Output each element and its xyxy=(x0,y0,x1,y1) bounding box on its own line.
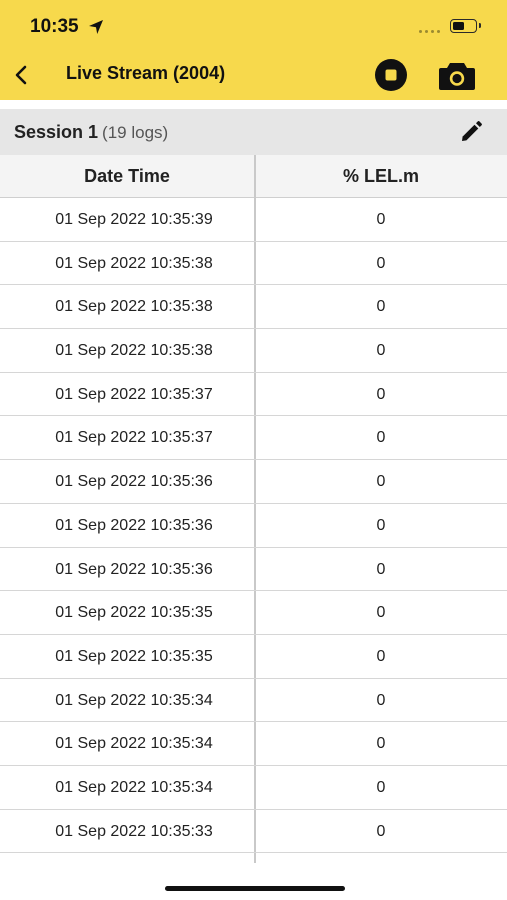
status-bar: 10:35 xyxy=(0,0,507,50)
nav-bar: Live Stream (2004) xyxy=(0,50,507,100)
table-row: 01 Sep 2022 10:35:33 0 xyxy=(0,810,507,854)
cell-date-time: 01 Sep 2022 10:35:35 xyxy=(55,604,213,622)
signal-icon xyxy=(419,30,440,33)
table-row: 01 Sep 2022 10:35:38 0 xyxy=(0,329,507,373)
cell-date-time: 01 Sep 2022 10:35:36 xyxy=(55,473,213,491)
cell-date-time: 01 Sep 2022 10:35:37 xyxy=(55,385,213,403)
cell-lel-value: 0 xyxy=(376,211,386,228)
table-row: 01 Sep 2022 10:35:35 0 xyxy=(0,591,507,635)
table-row: 01 Sep 2022 10:35:38 0 xyxy=(0,285,507,330)
cell-lel-value: 0 xyxy=(376,822,386,840)
table-row: 01 Sep 2022 10:35:34 0 xyxy=(0,766,507,810)
cell-date-time: 01 Sep 2022 10:35:35 xyxy=(55,647,213,665)
cell-date-time: 01 Sep 2022 10:35:38 xyxy=(55,254,213,272)
cell-lel-value: 0 xyxy=(376,647,386,665)
cell-date-time: 01 Sep 2022 10:35:34 xyxy=(55,778,213,796)
cell-date-time: 01 Sep 2022 10:35:34 xyxy=(55,691,213,709)
cell-date-time: 01 Sep 2022 10:35:37 xyxy=(55,429,213,447)
table-row: 01 Sep 2022 10:35:39 0 xyxy=(0,198,507,242)
cell-date-time: 01 Sep 2022 10:35:34 xyxy=(55,735,213,753)
cell-lel-value: 0 xyxy=(376,385,386,403)
cell-date-time: 01 Sep 2022 10:35:33 xyxy=(55,822,213,840)
session-name: Session 1 xyxy=(14,122,99,142)
cell-date-time: 01 Sep 2022 10:35:39 xyxy=(55,211,213,228)
status-time: 10:35 xyxy=(30,16,79,37)
session-title: Session 1 (19 logs) xyxy=(14,122,168,143)
cell-lel-value: 0 xyxy=(376,473,386,491)
cell-lel-value: 0 xyxy=(376,604,386,622)
cell-lel-value: 0 xyxy=(376,516,386,534)
session-log-count: (19 logs) xyxy=(102,123,169,142)
cell-date-time: 01 Sep 2022 10:35:38 xyxy=(55,298,213,316)
cell-date-time: 01 Sep 2022 10:35:36 xyxy=(55,560,213,578)
cell-lel-value: 0 xyxy=(376,429,386,447)
column-header-lel: % LEL.m xyxy=(342,166,419,186)
table-row: 01 Sep 2022 10:35:36 0 xyxy=(0,460,507,504)
log-table: 01 Sep 2022 10:35:39 0 01 Sep 2022 10:35:… xyxy=(0,198,507,854)
table-row: 01 Sep 2022 10:35:36 0 xyxy=(0,548,507,592)
session-header: Session 1 (19 logs) xyxy=(0,109,507,155)
edit-button[interactable] xyxy=(458,119,484,145)
table-row: 01 Sep 2022 10:35:34 0 xyxy=(0,722,507,766)
cell-lel-value: 0 xyxy=(376,560,386,578)
cell-lel-value: 0 xyxy=(376,254,386,272)
camera-button[interactable] xyxy=(438,59,476,91)
cell-lel-value: 0 xyxy=(376,778,386,796)
stop-button[interactable] xyxy=(374,58,408,92)
cell-lel-value: 0 xyxy=(376,691,386,709)
table-row: 01 Sep 2022 10:35:38 0 xyxy=(0,242,507,286)
cell-lel-value: 0 xyxy=(376,735,386,753)
cell-lel-value: 0 xyxy=(376,342,386,360)
column-header-date-time: Date Time xyxy=(84,166,170,186)
page-title: Live Stream (2004) xyxy=(66,63,226,83)
table-row: 01 Sep 2022 10:35:34 0 xyxy=(0,679,507,723)
cell-date-time: 01 Sep 2022 10:35:38 xyxy=(55,342,213,360)
table-row: 01 Sep 2022 10:35:37 0 xyxy=(0,416,507,461)
location-arrow-icon xyxy=(89,20,103,34)
home-indicator[interactable] xyxy=(165,886,345,891)
cell-date-time: 01 Sep 2022 10:35:36 xyxy=(55,516,213,534)
table-row: 01 Sep 2022 10:35:35 0 xyxy=(0,635,507,679)
cell-lel-value: 0 xyxy=(376,298,386,316)
table-row: 01 Sep 2022 10:35:37 0 xyxy=(0,373,507,417)
back-button[interactable] xyxy=(8,60,36,90)
table-row: 01 Sep 2022 10:35:36 0 xyxy=(0,504,507,548)
battery-icon xyxy=(450,19,481,33)
